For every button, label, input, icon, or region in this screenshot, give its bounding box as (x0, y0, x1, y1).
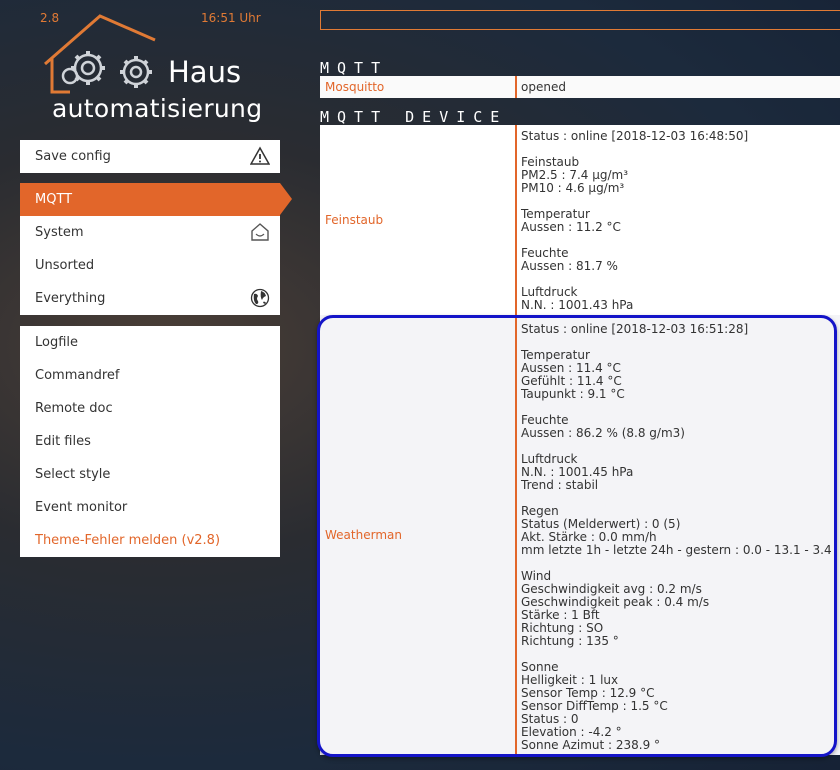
section-title-mqtt: MQTT (320, 59, 389, 77)
menu-item-label: Unsorted (35, 258, 95, 273)
menu-item-theme-bug-report[interactable]: Theme-Fehler melden (v2.8) (20, 524, 280, 557)
device-name-cell: Feinstaub (320, 125, 517, 315)
menu-item-edit-files[interactable]: Edit files (20, 425, 280, 458)
device-name-cell: Weatherman (320, 315, 517, 755)
menu-item-save-config[interactable]: Save config (20, 140, 280, 173)
menu-item-label: Save config (35, 149, 111, 164)
menu-item-everything[interactable]: Everything (20, 282, 280, 315)
menu-item-remote-doc[interactable]: Remote doc (20, 392, 280, 425)
menu-save-group: Save config (20, 140, 280, 173)
menu-item-system[interactable]: System (20, 216, 280, 249)
menu-item-label: Everything (35, 291, 106, 306)
menu-item-label: Select style (35, 467, 111, 482)
menu-item-unsorted[interactable]: Unsorted (20, 249, 280, 282)
device-row-mosquitto: Mosquitto opened (320, 76, 840, 98)
menu-item-label: Commandref (35, 368, 120, 383)
menu-item-select-style[interactable]: Select style (20, 458, 280, 491)
device-name-link[interactable]: Feinstaub (325, 213, 383, 227)
device-name-link[interactable]: Weatherman (325, 528, 402, 542)
device-name-cell: Mosquitto (320, 76, 517, 98)
globe-icon (250, 288, 270, 308)
menu-item-label: Logfile (35, 335, 79, 350)
logo-title: Haus (168, 55, 242, 89)
logo-subtitle: automatisierung (52, 94, 263, 123)
menu-item-label: Remote doc (35, 401, 113, 416)
menu-tools-group: Logfile Commandref Remote doc Edit files… (20, 326, 280, 557)
house-icon (251, 223, 269, 241)
device-state: Status : online [2018-12-03 16:51:28] Te… (521, 322, 832, 752)
device-row-weatherman: Weatherman Status : online [2018-12-03 1… (320, 315, 840, 755)
menu-item-label: Event monitor (35, 500, 128, 515)
device-state: Status : online [2018-12-03 16:48:50] Fe… (521, 129, 749, 312)
menu-item-label: System (35, 225, 84, 240)
menu-rooms-group: MQTT System Unsorted Everything (20, 183, 292, 315)
menu-item-label: Theme-Fehler melden (v2.8) (35, 533, 221, 548)
menu-item-label: Edit files (35, 434, 91, 449)
command-input[interactable] (320, 10, 840, 30)
device-name-link[interactable]: Mosquitto (325, 80, 384, 94)
section-title-mqtt-device: MQTT_DEVICE (320, 108, 508, 126)
menu-item-event-monitor[interactable]: Event monitor (20, 491, 280, 524)
warning-icon (250, 146, 270, 165)
menu-item-commandref[interactable]: Commandref (20, 359, 280, 392)
menu-item-label: MQTT (35, 192, 73, 207)
menu-item-logfile[interactable]: Logfile (20, 326, 280, 359)
menu-item-mqtt[interactable]: MQTT (20, 183, 292, 216)
device-state: opened (521, 80, 566, 94)
device-row-feinstaub: Feinstaub Status : online [2018-12-03 16… (320, 125, 840, 315)
